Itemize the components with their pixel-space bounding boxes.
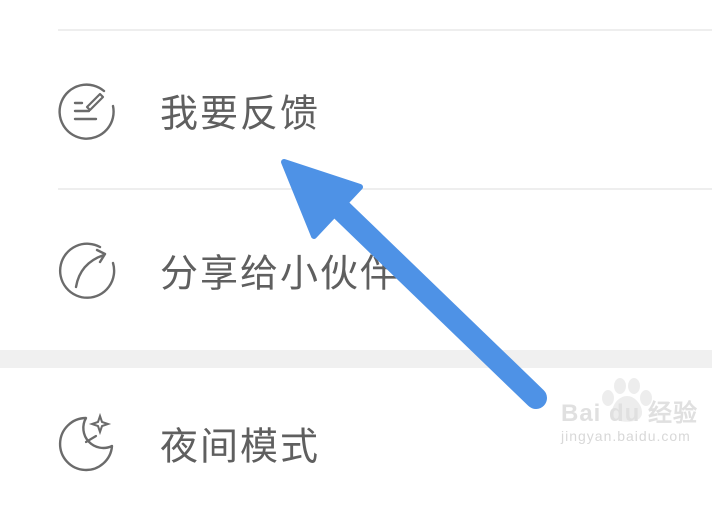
moon-star-icon [58,412,114,472]
watermark-url: jingyan.baidu.com [560,428,691,444]
section-separator [0,350,712,368]
feedback-list-icon [58,83,115,140]
top-divider [58,29,712,31]
menu-item-night-mode-label: 夜间模式 [160,424,321,469]
share-circle-arrow-icon [58,242,116,299]
menu-item-share-label: 分享给小伙伴 [160,251,401,296]
watermark-text: Bai du 经验 jingyan.baidu.com [561,393,698,444]
menu-item-feedback-label: 我要反馈 [160,91,321,136]
menu-item-share[interactable]: 分享给小伙伴 [0,190,712,350]
menu-item-feedback[interactable]: 我要反馈 [0,32,712,188]
watermark-brand: Bai du 经验 [560,400,698,427]
